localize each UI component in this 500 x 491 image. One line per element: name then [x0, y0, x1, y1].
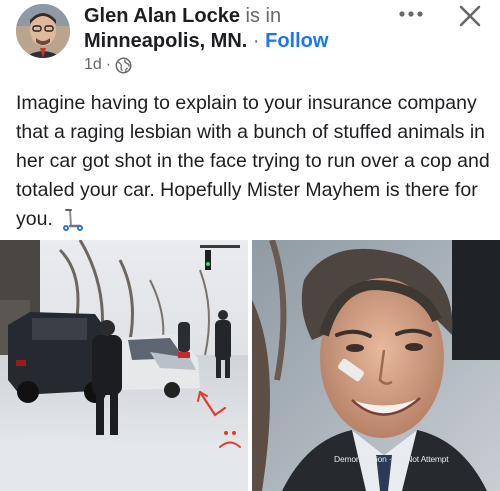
kick-scooter-emoji — [62, 208, 83, 231]
post-body: Imagine having to explain to your insura… — [16, 89, 491, 234]
meta-separator: · — [105, 56, 112, 73]
photo-scene[interactable] — [0, 240, 248, 491]
watermark-text: Demonstration · Do Not Attempt — [334, 454, 449, 464]
location-link[interactable]: Minneapolis, MN. — [84, 30, 247, 52]
close-icon — [459, 5, 481, 27]
post-text: Imagine having to explain to your insura… — [16, 92, 490, 230]
author-avatar[interactable] — [16, 4, 70, 58]
author-name[interactable]: Glen Alan Locke — [84, 5, 240, 27]
more-options-button[interactable] — [396, 2, 426, 26]
post-timestamp[interactable]: 1d — [84, 56, 102, 74]
globe-icon — [115, 57, 132, 73]
more-horizontal-icon — [399, 11, 423, 17]
location-line: Minneapolis, MN. · Follow — [84, 29, 328, 53]
post-meta: 1d · — [84, 56, 132, 74]
post-header: Glen Alan Locke is in Minneapolis, MN. ·… — [0, 0, 500, 80]
avatar-image — [16, 4, 70, 58]
photo-portrait[interactable]: Demonstration · Do Not Attempt — [252, 240, 500, 491]
follow-separator: · — [247, 30, 266, 52]
author-line: Glen Alan Locke is in — [84, 4, 281, 28]
follow-button[interactable]: Follow — [265, 30, 328, 52]
close-button[interactable] — [456, 2, 484, 30]
author-verb: is in — [239, 5, 282, 27]
scene-image — [0, 240, 248, 491]
